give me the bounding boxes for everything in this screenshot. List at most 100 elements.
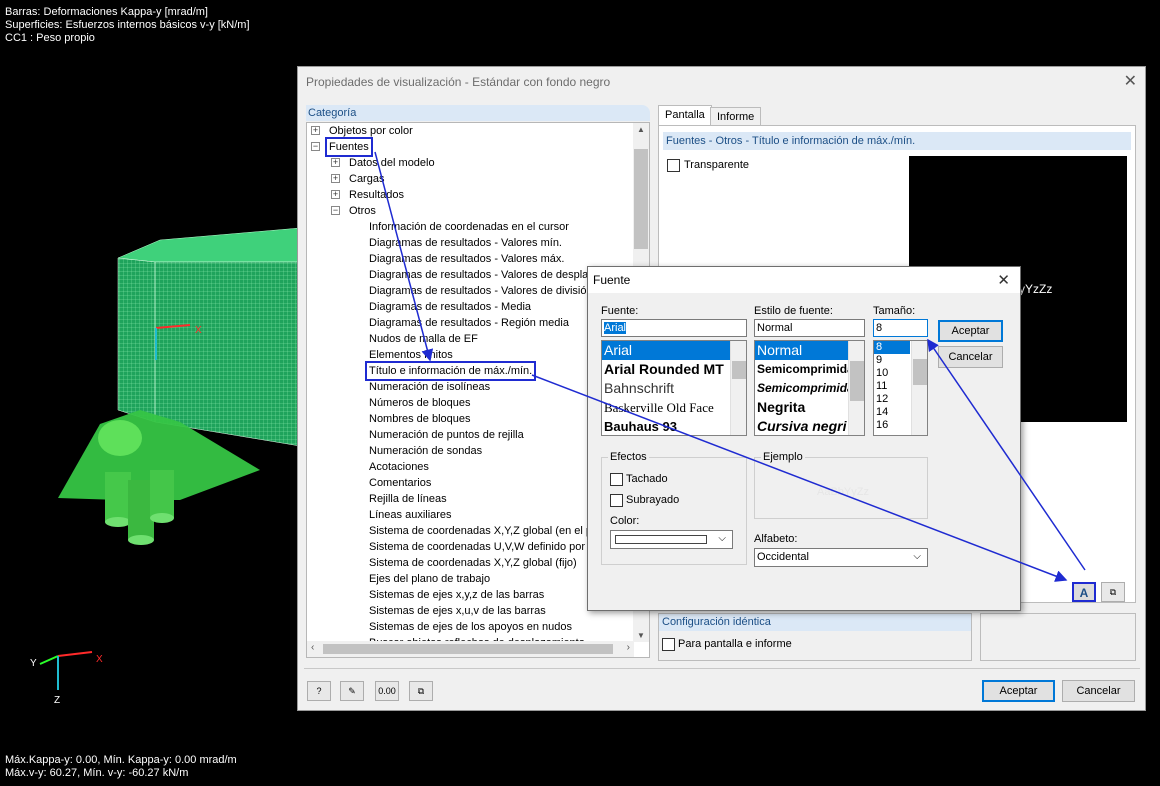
tab-pantalla[interactable]: Pantalla: [658, 105, 712, 125]
tab-strip: Pantalla Informe: [658, 105, 1136, 125]
tree-item-label: Diagramas de resultados - Valores de div…: [369, 285, 593, 297]
decimal-button[interactable]: 0.00: [375, 681, 399, 701]
tree-item-label: Rejilla de líneas: [369, 493, 447, 505]
model-axis-x: X: [195, 325, 202, 336]
collapse-icon[interactable]: −: [331, 206, 340, 215]
font-list-scrollbar[interactable]: [730, 341, 746, 435]
transparent-checkbox[interactable]: [667, 159, 680, 172]
scroll-down-icon[interactable]: ▼: [637, 631, 645, 640]
font-option[interactable]: Arial Rounded MT: [602, 360, 746, 379]
identical-checkbox[interactable]: [662, 638, 675, 651]
tree-item-label: Nombres de bloques: [369, 413, 471, 425]
tree-item-label: Resultados: [349, 189, 405, 201]
tree-item-label: Numeración de isolíneas: [369, 381, 491, 393]
close-icon[interactable]: ✕: [997, 271, 1010, 289]
axis-x-label: X: [96, 654, 103, 665]
tab-informe[interactable]: Informe: [710, 107, 762, 125]
font-option[interactable]: Bauhaus 93: [602, 417, 746, 435]
scroll-up-icon[interactable]: ▲: [637, 125, 645, 134]
script-select[interactable]: Occidental ⌵: [754, 548, 928, 567]
scroll-left-icon[interactable]: ‹: [311, 642, 314, 653]
tree-item-label: Sistemas de ejes x,u,v de las barras: [369, 605, 546, 617]
tree-item-label: Acotaciones: [369, 461, 429, 473]
script-label: Alfabeto:: [754, 533, 798, 545]
tree-item-label: Fuentes: [325, 137, 373, 157]
copy-icon: ⧉: [417, 686, 425, 696]
help-button[interactable]: ?: [307, 681, 331, 701]
tree-item-label: Sistemas de ejes x,y,z de las barras: [369, 589, 545, 601]
dialog-title: Propiedades de visualización - Estándar …: [306, 75, 611, 89]
result-line: Máx.v-y: 60.27, Mín. v-y: -60.27 kN/m: [5, 767, 189, 779]
size-list[interactable]: 8 9 10 11 12 14 16: [873, 340, 928, 436]
tree-item-label: Datos del modelo: [349, 157, 435, 169]
panel-heading: Fuentes - Otros - Título e información d…: [663, 132, 1131, 150]
font-ok-button[interactable]: Aceptar: [938, 320, 1003, 342]
tree-item-label: Diagramas de resultados - Valores mín.: [369, 237, 562, 249]
strikeout-checkbox[interactable]: [610, 473, 623, 486]
expand-icon[interactable]: +: [331, 174, 340, 183]
tree-item-label: Diagramas de resultados - Valores máx.: [369, 253, 565, 265]
cancel-button[interactable]: Cancelar: [1062, 680, 1135, 702]
tree-item-label: Sistema de coordenadas X,Y,Z global (fij…: [369, 557, 577, 569]
tree-item-label: Otros: [349, 205, 376, 217]
tree-horizontal-scrollbar[interactable]: ‹ ›: [307, 641, 634, 657]
hscroll-thumb[interactable]: [323, 644, 613, 654]
font-settings-button[interactable]: A: [1072, 582, 1096, 602]
style-input[interactable]: Normal: [754, 319, 865, 337]
decimal-icon: 0.00: [378, 686, 396, 696]
font-list[interactable]: Arial Arial Rounded MT Bahnschrift Baske…: [601, 340, 747, 436]
result-line: Máx.Kappa-y: 0.00, Mín. Kappa-y: 0.00 mr…: [5, 754, 237, 766]
font-cancel-button[interactable]: Cancelar: [938, 346, 1003, 368]
font-dialog-title: Fuente: [588, 267, 1020, 293]
color-label: Color:: [610, 515, 640, 527]
tree-item-label: Comentarios: [369, 477, 432, 489]
preview-text: yYzZz: [1019, 282, 1053, 296]
copy-icon: ⧉: [1109, 587, 1117, 597]
tree-item-label: Números de bloques: [369, 397, 471, 409]
expand-icon[interactable]: +: [331, 158, 340, 167]
tree-item-label: Ejes del plano de trabajo: [369, 573, 491, 585]
expand-icon[interactable]: +: [311, 126, 320, 135]
tree-item-label: Elementos finitos: [369, 349, 453, 361]
copy-button[interactable]: ⧉: [409, 681, 433, 701]
underline-checkbox[interactable]: [610, 494, 623, 507]
size-list-scrollbar[interactable]: [911, 341, 927, 435]
help-icon: ?: [316, 686, 322, 696]
close-icon[interactable]: ✕: [1124, 71, 1137, 91]
scroll-right-icon[interactable]: ›: [627, 642, 630, 653]
side-group: [980, 613, 1136, 661]
tree-item-label: Título e información de máx./mín.: [364, 361, 537, 381]
chevron-down-icon: ⌵: [718, 533, 726, 544]
identical-group: Configuración idéntica Para pantalla e i…: [658, 613, 972, 661]
ok-button[interactable]: Aceptar: [982, 680, 1055, 702]
font-option[interactable]: Bahnschrift: [602, 379, 746, 398]
category-heading: Categoría: [306, 105, 650, 121]
tree-item-label: Sistema de coordenadas X,Y,Z global (en …: [369, 525, 599, 537]
font-copy-button[interactable]: ⧉: [1101, 582, 1125, 602]
tree-item-label: Numeración de sondas: [369, 445, 483, 457]
font-option[interactable]: Arial: [602, 341, 746, 360]
style-list-scrollbar[interactable]: [848, 341, 864, 435]
style-list[interactable]: Normal Semicomprimida Semicomprimida Neg…: [754, 340, 865, 436]
size-input[interactable]: 8: [873, 319, 928, 337]
tree-item-label: Nudos de malla de EF: [369, 333, 478, 345]
sample-label: Ejemplo: [761, 451, 805, 463]
chevron-down-icon: ⌵: [913, 551, 921, 562]
font-dialog: Fuente ✕ Fuente: Arial Arial Arial Round…: [587, 266, 1021, 611]
sample-group: Ejemplo AaBbYyZz: [754, 451, 928, 519]
scroll-thumb[interactable]: [634, 149, 648, 249]
viewport-results: Máx.Kappa-y: 0.00, Mín. Kappa-y: 0.00 mr…: [5, 754, 237, 780]
font-input-value: Arial: [604, 322, 627, 334]
font-option[interactable]: Baskerville Old Face: [602, 398, 746, 417]
tree-item-label: Información de coordenadas en el cursor: [369, 221, 569, 233]
size-option[interactable]: 8: [874, 341, 910, 354]
font-input[interactable]: Arial: [601, 319, 747, 337]
axis-z-label: Z: [54, 695, 60, 706]
effects-group: Efectos Tachado Subrayado Color: ⌵: [601, 451, 747, 565]
tree-item-label: Sistema de coordenadas U,V,W definido po…: [369, 541, 597, 553]
tree-item-label: Diagramas de resultados - Valores de des…: [369, 269, 600, 281]
color-select[interactable]: ⌵: [610, 530, 733, 549]
expand-icon[interactable]: +: [331, 190, 340, 199]
edit-button[interactable]: ✎: [340, 681, 364, 701]
collapse-icon[interactable]: −: [311, 142, 320, 151]
